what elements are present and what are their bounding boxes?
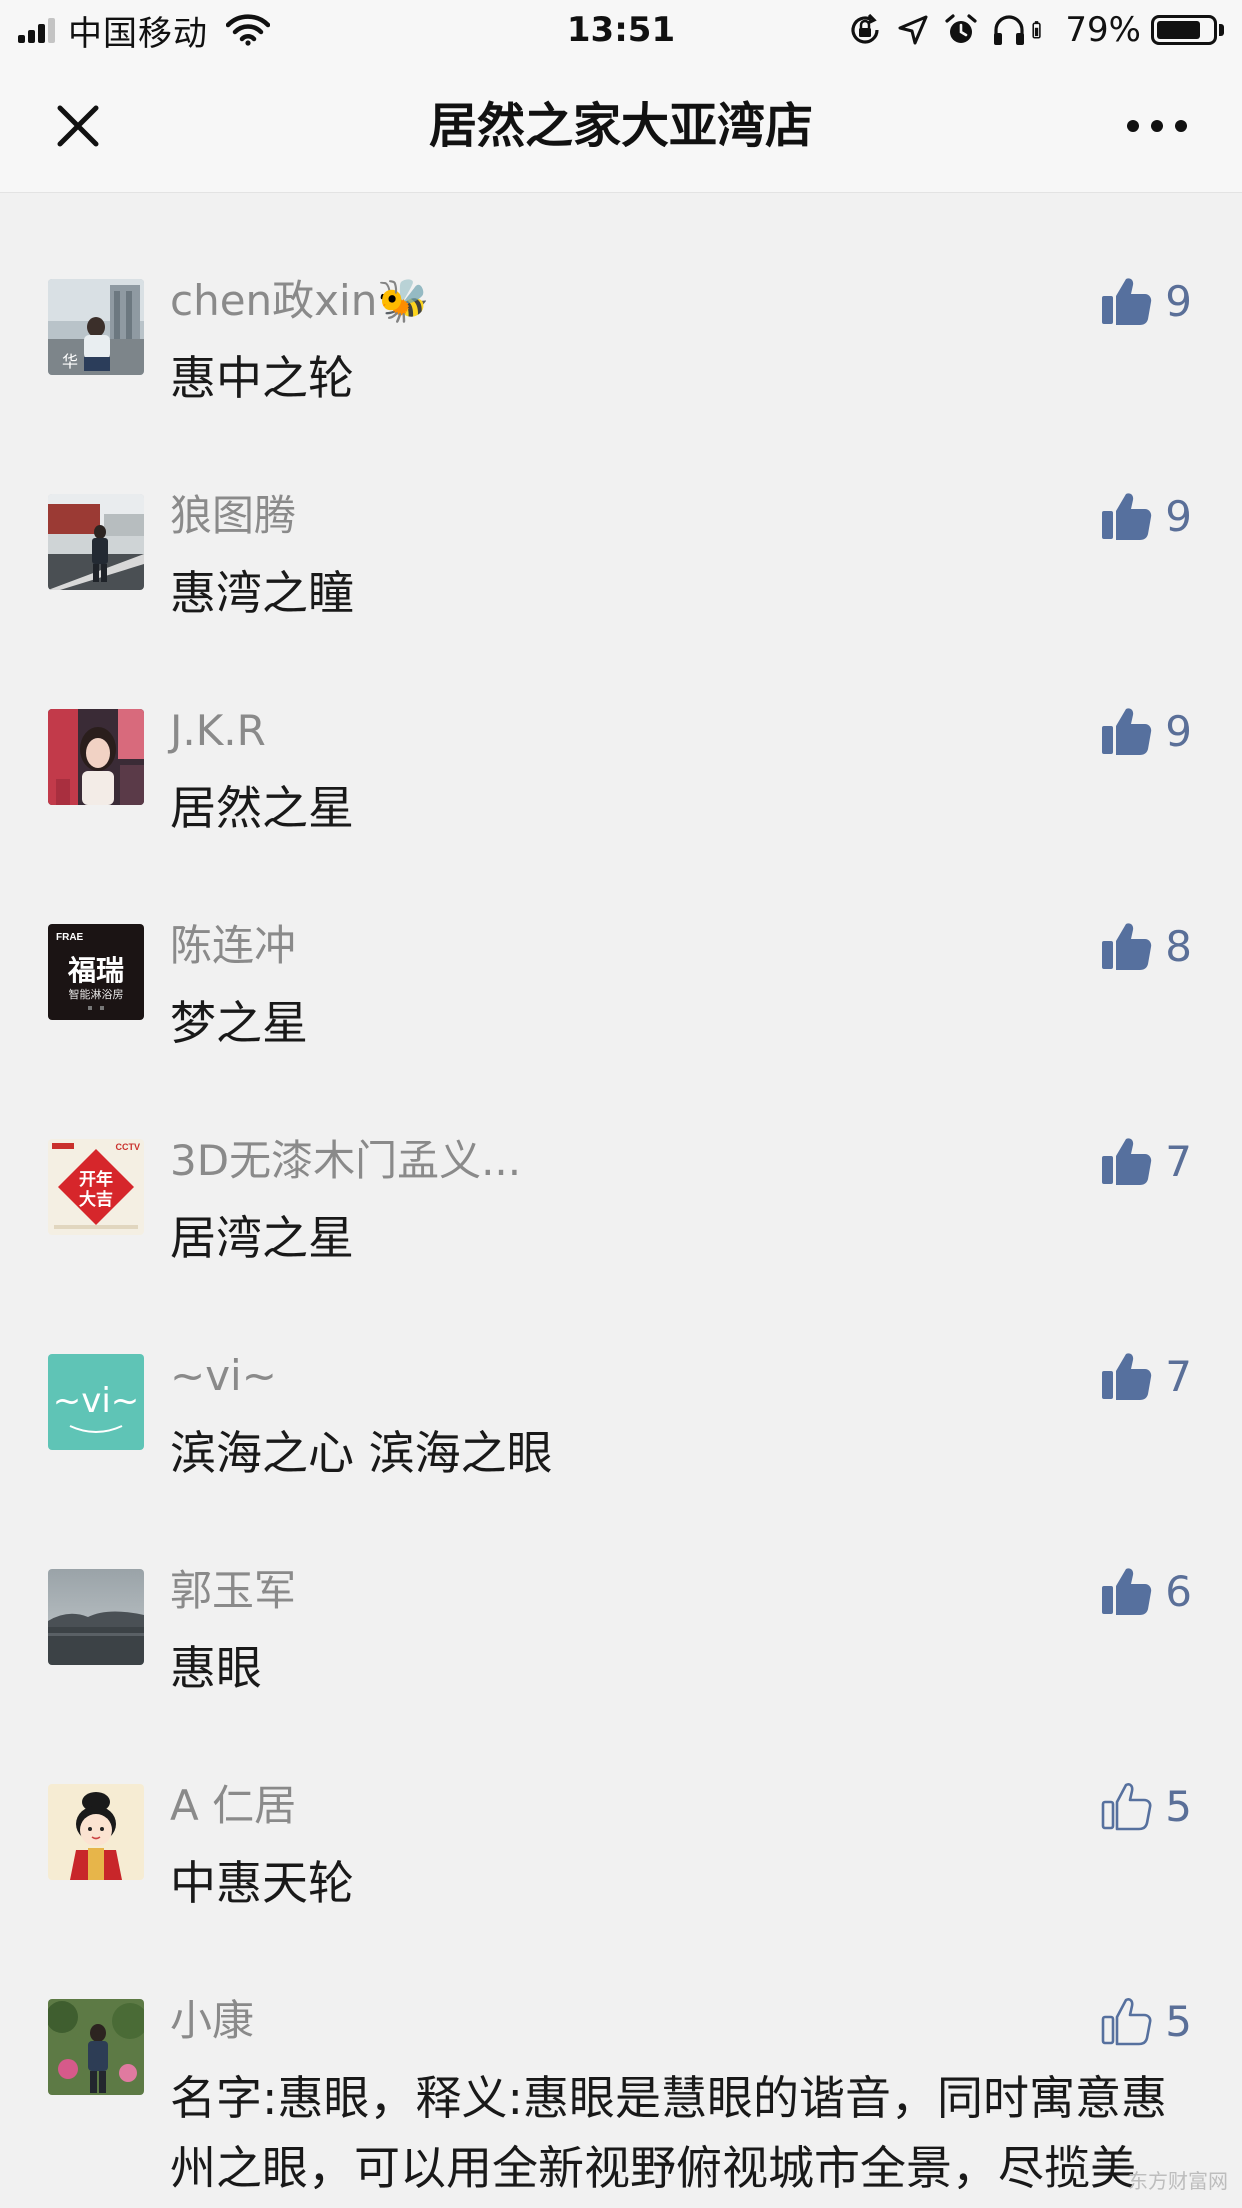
like-button[interactable]: 9	[1099, 484, 1192, 548]
avatar[interactable]: FRAE 福瑞 智能淋浴房	[48, 924, 144, 1020]
headphone-battery-icon	[1032, 21, 1042, 39]
more-icon[interactable]	[1122, 96, 1192, 156]
thumbs-up-filled-icon	[1102, 278, 1152, 325]
comment-text: 惠中之轮	[170, 351, 354, 405]
like-count: 5	[1165, 1781, 1192, 1831]
like-button[interactable]: 7	[1099, 1344, 1192, 1408]
thumbs-up-filled-icon	[1102, 493, 1152, 540]
watermark: 东方财富网	[1128, 2169, 1228, 2193]
thumbs-up-filled-icon	[1102, 708, 1152, 755]
like-count: 9	[1165, 276, 1192, 326]
comment-item: 狼图腾 惠湾之瞳 9	[0, 408, 1242, 623]
like-button[interactable]: 9	[1099, 699, 1192, 763]
svg-text:FRAE: FRAE	[56, 932, 84, 943]
like-button[interactable]: 9	[1099, 269, 1192, 333]
svg-text:福瑞: 福瑞	[67, 954, 124, 987]
like-button[interactable]: 5	[1099, 1989, 1192, 2053]
battery-level	[1157, 21, 1200, 39]
avatar[interactable]: ~vi~	[48, 1354, 144, 1450]
like-button[interactable]: 8	[1099, 914, 1192, 978]
comment-text: 居湾之星	[170, 1211, 354, 1265]
comment-item: ~vi~ ~vi~ 滨海之心 滨海之眼 7	[0, 1268, 1242, 1483]
thumbs-up-outline-icon	[1101, 1783, 1152, 1831]
location-arrow-icon	[898, 15, 928, 45]
battery-icon	[1151, 15, 1217, 45]
thumbs-up-filled-icon	[1102, 923, 1152, 970]
comment-item: FRAE 福瑞 智能淋浴房 陈连冲 梦之星 8	[0, 838, 1242, 1053]
like-count: 7	[1165, 1136, 1192, 1186]
comment-author[interactable]: A 仁居	[170, 1778, 296, 1834]
comment-author[interactable]: chen政xin🐝	[170, 273, 430, 329]
comment-text: 惠眼	[170, 1641, 262, 1695]
status-right: 79%	[835, 8, 1224, 52]
svg-text:智能淋浴房: 智能淋浴房	[69, 987, 124, 1001]
status-bar: 中国移动 13:51 79%	[0, 0, 1242, 60]
comment-author[interactable]: 郭玉军	[170, 1563, 296, 1619]
avatar-caption: 华	[62, 352, 78, 371]
like-count: 7	[1165, 1351, 1192, 1401]
comment-author[interactable]: ~vi~	[170, 1348, 277, 1404]
comment-author[interactable]: 狼图腾	[170, 488, 296, 544]
avatar[interactable]	[48, 1784, 144, 1880]
comment-text: 惠湾之瞳	[170, 566, 354, 620]
svg-text:CCTV: CCTV	[116, 1142, 141, 1152]
comment-author[interactable]: 小康	[170, 1993, 254, 2049]
avatar[interactable]	[48, 1569, 144, 1665]
like-button[interactable]: 7	[1099, 1129, 1192, 1193]
screen: 中国移动 13:51 79% 居然之家大亚湾店 华 chen政xin🐝 惠中之轮…	[0, 0, 1242, 2208]
rotation-lock-icon	[851, 13, 880, 44]
thumbs-up-filled-icon	[1102, 1138, 1152, 1185]
svg-text:~vi~: ~vi~	[53, 1381, 140, 1421]
comment-item: 郭玉军 惠眼 6	[0, 1483, 1242, 1698]
avatar[interactable]: CCTV 开年 大吉	[48, 1139, 144, 1235]
alarm-clock-icon	[945, 14, 978, 43]
avatar[interactable]	[48, 709, 144, 805]
nav-bar: 居然之家大亚湾店	[0, 60, 1242, 193]
headphones-icon	[994, 15, 1025, 45]
svg-text:大吉: 大吉	[79, 1189, 113, 1210]
like-count: 9	[1165, 491, 1192, 541]
thumbs-up-outline-icon	[1101, 1998, 1152, 2046]
comment-author[interactable]: J.K.R	[170, 703, 266, 759]
comment-text: 居然之星	[170, 781, 354, 835]
comment-item: J.K.R 居然之星 9	[0, 623, 1242, 838]
avatar[interactable]	[48, 494, 144, 590]
thumbs-up-filled-icon	[1102, 1568, 1152, 1615]
battery-percent: 79%	[1065, 10, 1141, 50]
comment-item: CCTV 开年 大吉 3D无漆木门孟义... 居湾之星 7	[0, 1053, 1242, 1268]
battery-cap	[1219, 24, 1224, 36]
like-button[interactable]: 5	[1099, 1774, 1192, 1838]
like-button[interactable]: 6	[1099, 1559, 1192, 1623]
comment-item: 华 chen政xin🐝 惠中之轮 9	[0, 193, 1242, 408]
avatar[interactable]	[48, 1999, 144, 2095]
like-count: 8	[1165, 921, 1192, 971]
comment-text: 滨海之心 滨海之眼	[170, 1426, 553, 1480]
comment-text: 梦之星	[170, 996, 308, 1050]
comment-text: 名字:惠眼，释义:惠眼是慧眼的谐音，同时寓意惠州之眼，可以用全新视野俯视城市全景…	[170, 2071, 1167, 2195]
comment-item: 小康 名字:惠眼，释义:惠眼是慧眼的谐音，同时寓意惠州之眼，可以用全新视野俯视城…	[0, 1913, 1242, 2195]
avatar[interactable]: 华	[48, 279, 144, 375]
comment-list: 华 chen政xin🐝 惠中之轮 9 狼图腾 惠湾之瞳 9 J.K.R 居然之星…	[0, 193, 1242, 2195]
comment-item: A 仁居 中惠天轮 5	[0, 1698, 1242, 1913]
thumbs-up-filled-icon	[1102, 1353, 1152, 1400]
like-count: 5	[1165, 1996, 1192, 2046]
page-title: 居然之家大亚湾店	[428, 98, 813, 154]
comment-author[interactable]: 陈连冲	[170, 918, 296, 974]
like-count: 6	[1165, 1566, 1192, 1616]
like-count: 9	[1165, 706, 1192, 756]
comment-author[interactable]: 3D无漆木门孟义...	[170, 1133, 521, 1189]
comment-text: 中惠天轮	[170, 1856, 354, 1910]
svg-text:开年: 开年	[79, 1169, 113, 1190]
